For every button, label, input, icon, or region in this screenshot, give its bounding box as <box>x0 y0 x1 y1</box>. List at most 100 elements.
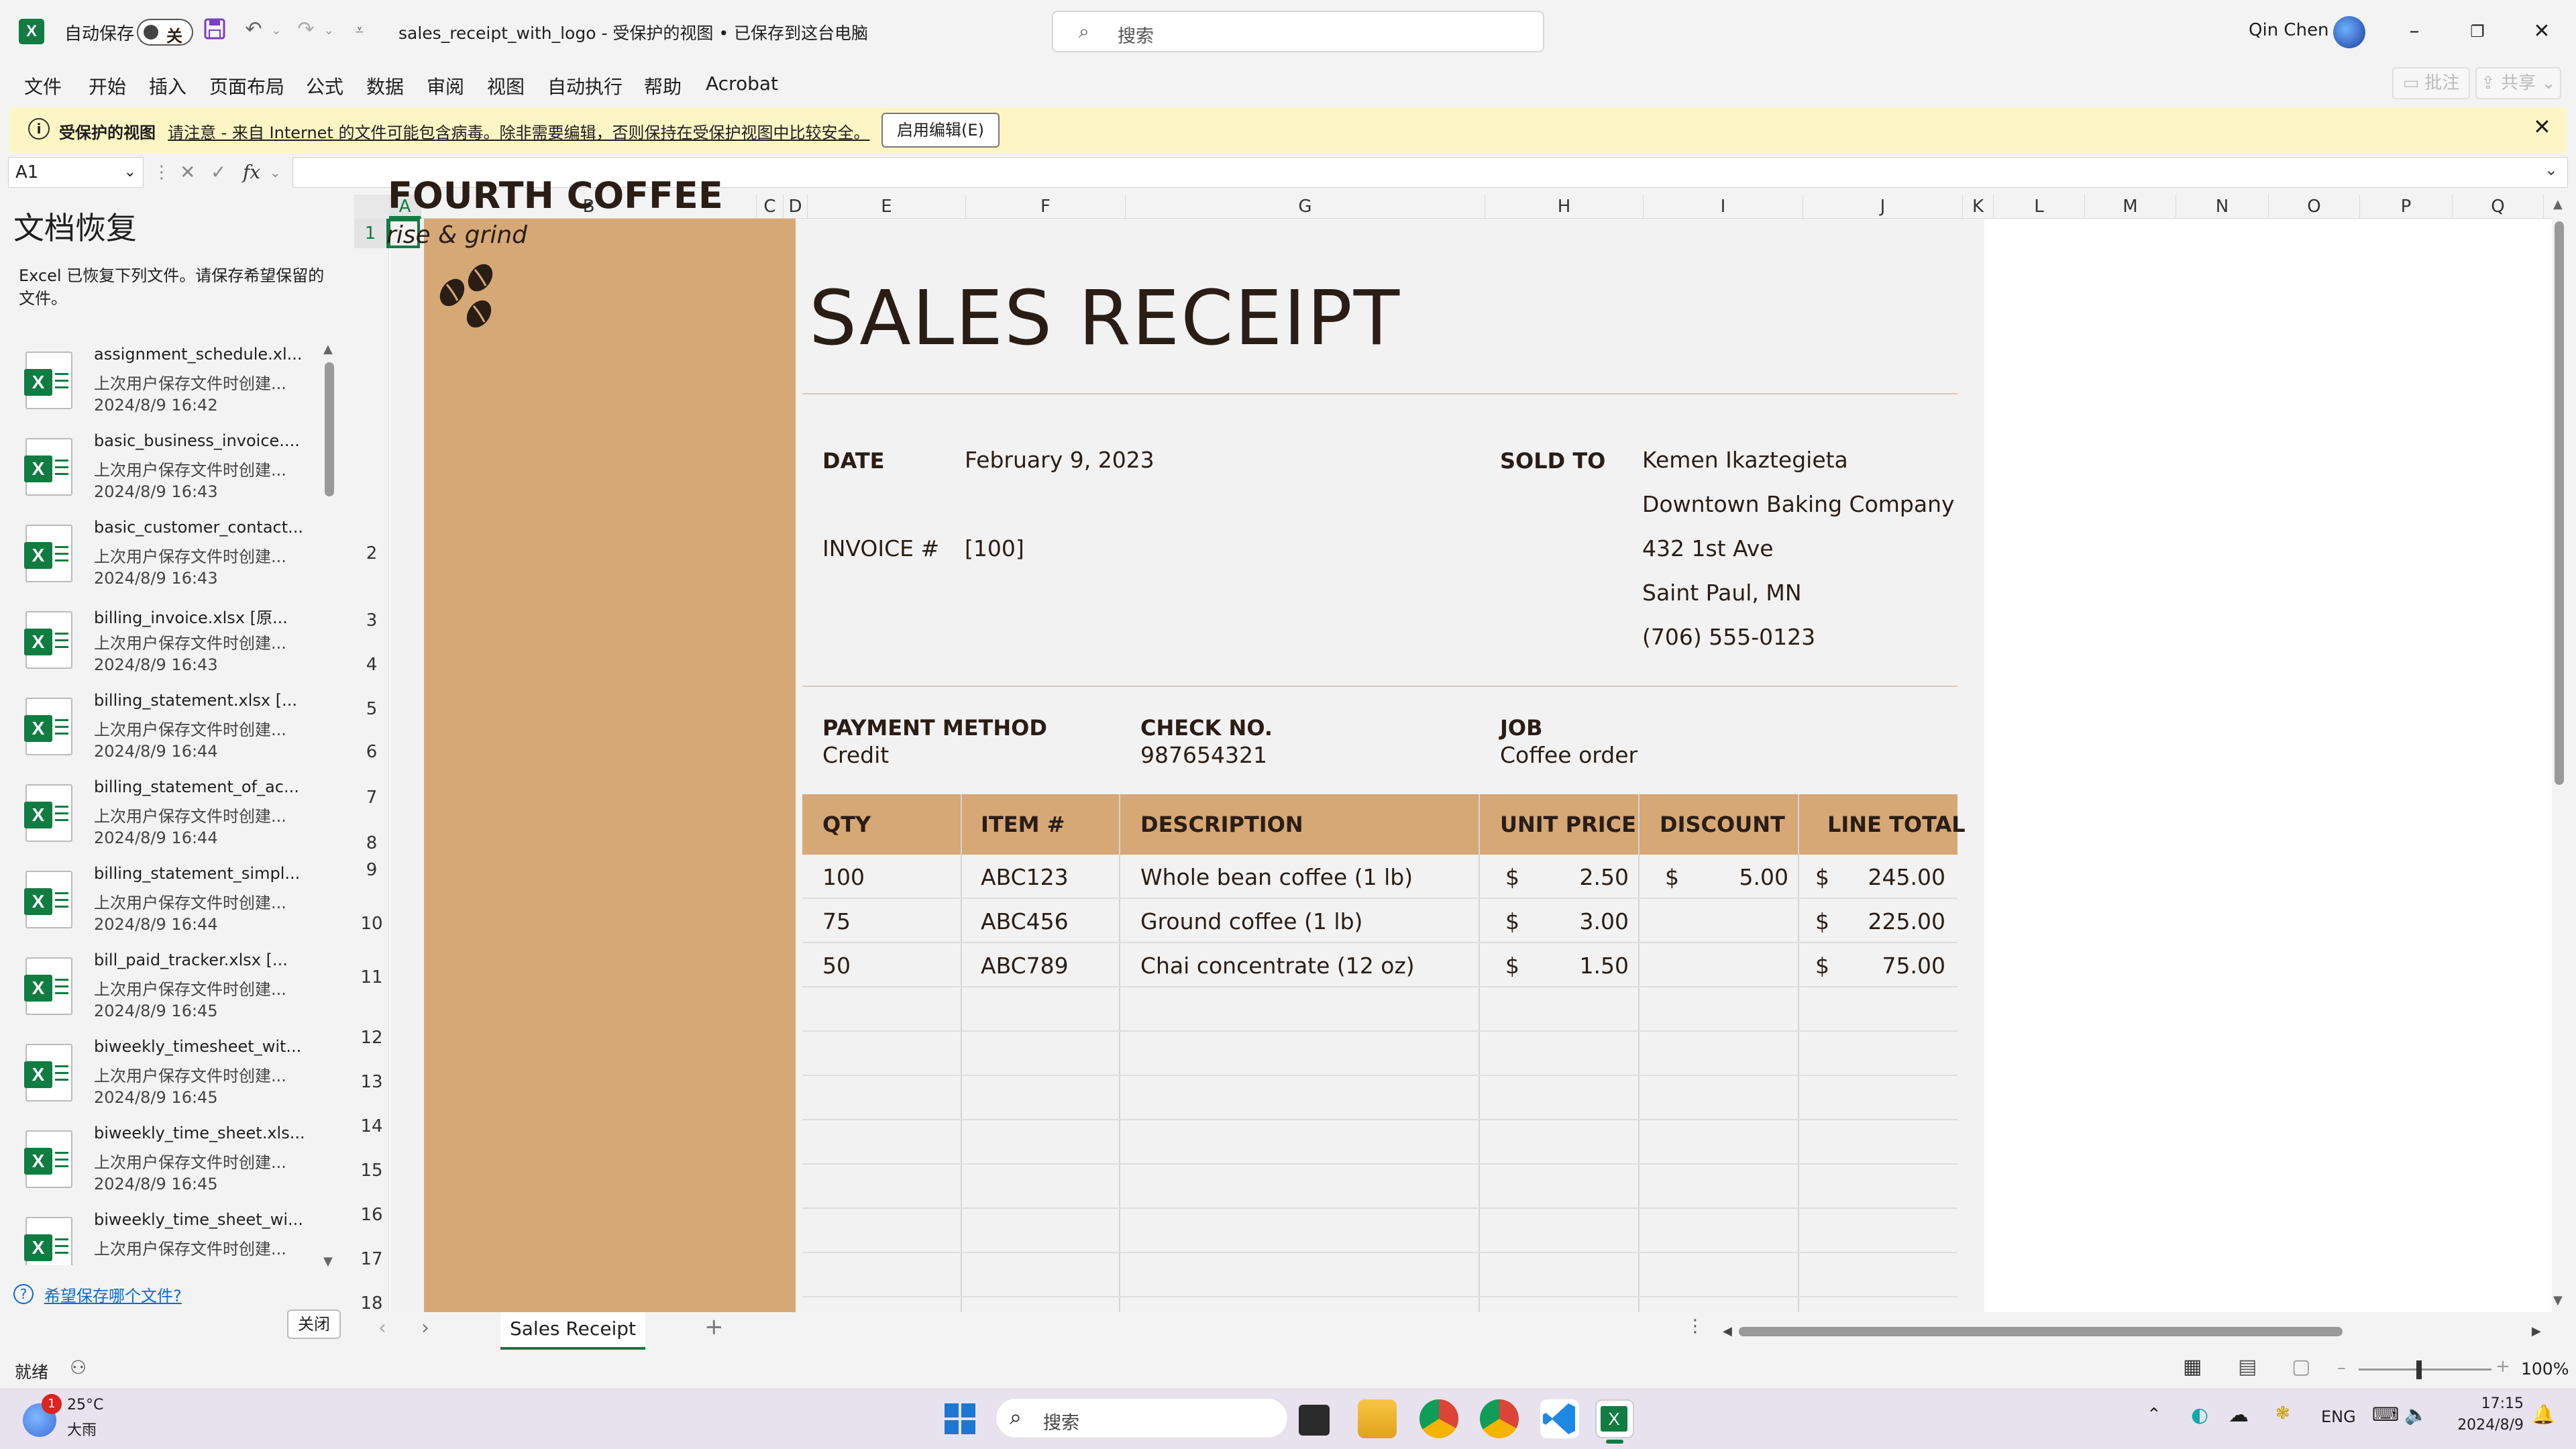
column-header[interactable]: P <box>2360 195 2453 219</box>
zoom-slider[interactable] <box>2359 1368 2491 1371</box>
row-header[interactable]: 16 <box>354 1198 389 1232</box>
recovered-file[interactable]: Xbasic_business_invoice.... 上次用户保存文件时创建..… <box>0 426 329 513</box>
panel-scrollbar[interactable]: ▲ ▼ <box>323 342 334 1269</box>
customize-icon[interactable]: ⩡ <box>345 17 374 44</box>
scroll-right-icon[interactable]: ▶ <box>2532 1324 2541 1338</box>
zoom-in-icon[interactable]: + <box>2496 1356 2510 1377</box>
menu-acrobat[interactable]: Acrobat <box>706 72 778 95</box>
recovered-file[interactable]: Xbiweekly_time_sheet.xls... 上次用户保存文件时创建..… <box>0 1118 329 1205</box>
row-header[interactable]: 4 <box>354 648 389 682</box>
column-header[interactable]: L <box>1994 195 2085 219</box>
row-header[interactable]: 3 <box>354 604 389 637</box>
volume-icon[interactable]: 🔈 <box>2404 1403 2428 1426</box>
menu-help[interactable]: 帮助 <box>644 72 682 99</box>
task-view-icon[interactable] <box>1299 1405 1330 1436</box>
edge-icon[interactable]: ◐ <box>2191 1403 2208 1427</box>
input-language[interactable]: ENG <box>2321 1407 2356 1426</box>
page-break-view-icon[interactable]: ▢ <box>2292 1355 2310 1379</box>
vertical-scrollbar[interactable]: ▲ ▼ <box>2552 195 2568 1312</box>
menu-data[interactable]: 数据 <box>366 72 404 99</box>
row-header[interactable]: 11 <box>354 961 389 994</box>
row-header[interactable]: 18 <box>354 1287 389 1312</box>
network-icon[interactable]: ⌨ <box>2372 1403 2399 1426</box>
row-header[interactable]: 12 <box>354 1021 389 1055</box>
protected-view-message[interactable]: 请注意 - 来自 Internet 的文件可能包含病毒。除非需要编辑，否则保持在… <box>168 119 869 143</box>
recovered-file[interactable]: Xbiweekly_time_sheet_wi... 上次用户保存文件时创建... <box>0 1205 329 1265</box>
row-header[interactable]: 5 <box>354 692 389 726</box>
recovered-file[interactable]: Xbilling_statement.xlsx [... 上次用户保存文件时创建.… <box>0 686 329 772</box>
row-header[interactable]: 1 <box>354 219 389 248</box>
row-header[interactable]: 7 <box>354 781 389 814</box>
save-icon[interactable] <box>200 17 229 48</box>
menu-formulas[interactable]: 公式 <box>306 72 343 99</box>
row-header[interactable]: 10 <box>354 907 389 941</box>
vscode-icon[interactable] <box>1540 1399 1579 1438</box>
close-button[interactable]: 关闭 <box>287 1309 341 1339</box>
select-all-corner[interactable] <box>354 195 389 219</box>
cancel-icon[interactable]: ✕ <box>180 157 195 188</box>
minimize-icon[interactable]: – <box>2384 0 2445 63</box>
page-layout-view-icon[interactable]: ▤ <box>2238 1355 2257 1379</box>
fx-chevron-icon[interactable]: ⌄ <box>270 157 281 188</box>
undo-dropdown-icon[interactable]: ⌄ <box>270 17 283 44</box>
recovered-file[interactable]: Xbill_paid_tracker.xlsx [... 上次用户保存文件时创建.… <box>0 945 329 1032</box>
column-header[interactable]: N <box>2176 195 2269 219</box>
share-button[interactable]: ⇪ 共享 ⌄ <box>2475 67 2561 99</box>
menu-page-layout[interactable]: 页面布局 <box>209 72 284 99</box>
file-explorer-icon[interactable] <box>1358 1399 1397 1438</box>
title-chevron-down-icon[interactable]: ⌄ <box>852 21 864 38</box>
enable-editing-button[interactable]: 启用编辑(E) <box>881 113 1000 148</box>
scroll-down-icon[interactable]: ▼ <box>323 1254 333 1269</box>
start-icon[interactable] <box>943 1402 977 1436</box>
recovered-file[interactable]: Xbilling_statement_simpl... 上次用户保存文件时创建..… <box>0 859 329 945</box>
row-header[interactable]: 6 <box>354 735 389 769</box>
column-header[interactable]: Q <box>2453 195 2544 219</box>
recovered-file[interactable]: Xbilling_invoice.xlsx [原... 上次用户保存文件时创建..… <box>0 599 329 686</box>
redo-icon[interactable]: ↷ <box>291 16 321 43</box>
row-header[interactable]: 2 <box>354 537 389 570</box>
comments-button[interactable]: ▭ 批注 <box>2392 67 2470 99</box>
name-box[interactable]: A1 ⌄ <box>8 157 144 188</box>
help-link[interactable]: 希望保存哪个文件? <box>44 1283 182 1306</box>
column-header[interactable]: E <box>808 195 966 219</box>
column-header[interactable]: I <box>1644 195 1803 219</box>
menu-automate[interactable]: 自动执行 <box>547 72 623 99</box>
taskbar-search[interactable]: ⌕ 搜索 <box>996 1398 1288 1438</box>
recovered-file[interactable]: Xbasic_customer_contact... 上次用户保存文件时创建...… <box>0 513 329 599</box>
recovered-file[interactable]: Xbiweekly_timesheet_wit... 上次用户保存文件时创建...… <box>0 1032 329 1118</box>
zoom-out-icon[interactable]: – <box>2337 1358 2346 1378</box>
normal-view-icon[interactable]: ▦ <box>2183 1355 2202 1379</box>
menu-review[interactable]: 审阅 <box>427 72 464 99</box>
scroll-up-icon[interactable]: ▲ <box>2553 197 2563 211</box>
menu-file[interactable]: 文件 <box>24 72 62 99</box>
scroll-left-icon[interactable]: ◀ <box>1723 1324 1732 1338</box>
recovered-file[interactable]: Xbilling_statement_of_ac... 上次用户保存文件时创建..… <box>0 772 329 859</box>
restore-icon[interactable]: ❐ <box>2447 0 2508 63</box>
menu-insert[interactable]: 插入 <box>149 72 186 99</box>
horizontal-scrollbar[interactable]: ◀ ▶ <box>1723 1324 2548 1340</box>
sheet-tab-sales-receipt[interactable]: Sales Receipt <box>500 1312 645 1350</box>
menu-view[interactable]: 视图 <box>487 72 525 99</box>
scroll-down-icon[interactable]: ▼ <box>2553 1293 2563 1307</box>
column-header[interactable]: H <box>1485 195 1644 219</box>
chrome-icon[interactable] <box>1419 1399 1458 1438</box>
scroll-thumb[interactable] <box>325 362 334 496</box>
accessibility-icon[interactable]: ⚇ <box>70 1356 87 1379</box>
column-header[interactable]: C <box>757 195 784 219</box>
undo-icon[interactable]: ↶ <box>239 16 268 43</box>
more-options-icon[interactable]: ⋮ <box>1686 1316 1704 1336</box>
row-header[interactable]: 9 <box>354 853 389 887</box>
scroll-thumb[interactable] <box>2555 221 2564 785</box>
document-title[interactable]: sales_receipt_with_logo - 受保护的视图 • 已保存到这… <box>398 20 868 44</box>
user-name[interactable]: Qin Chen <box>2249 20 2329 40</box>
next-sheet-icon[interactable]: › <box>421 1316 429 1340</box>
onedrive-icon[interactable]: ☁ <box>2229 1403 2249 1427</box>
show-hidden-icons-icon[interactable]: ⌃ <box>2147 1405 2161 1425</box>
more-icon[interactable]: ⋮ <box>153 157 170 188</box>
excel-taskbar-icon[interactable]: X <box>1595 1399 1634 1438</box>
autosave-toggle[interactable]: 关 <box>137 19 193 46</box>
close-icon[interactable]: ✕ <box>2533 114 2551 140</box>
menu-home[interactable]: 开始 <box>89 72 126 99</box>
column-header[interactable]: O <box>2269 195 2360 219</box>
chrome-profile-icon[interactable] <box>1480 1399 1519 1438</box>
